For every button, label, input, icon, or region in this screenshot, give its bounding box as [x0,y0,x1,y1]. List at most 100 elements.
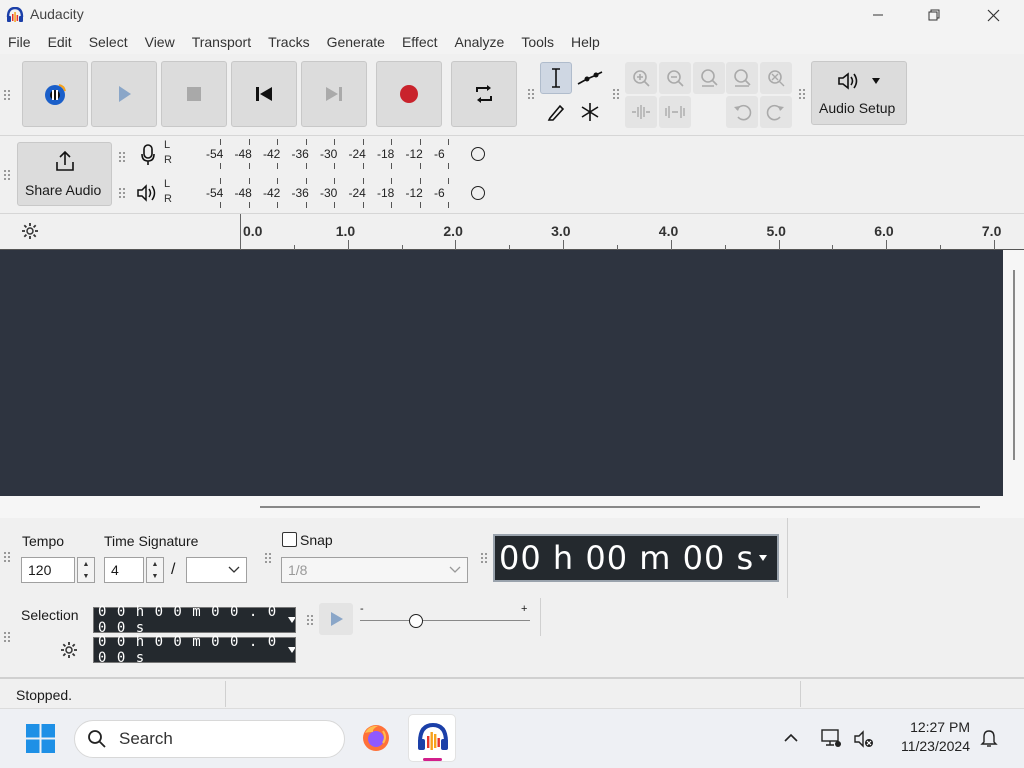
snap-checkbox[interactable] [282,532,297,547]
toolbar-grip[interactable] [118,182,126,204]
minimize-button[interactable] [855,0,901,30]
menu-generate[interactable]: Generate [327,34,385,50]
skip-to-end-button[interactable] [301,61,367,127]
toolbar-grip[interactable] [3,80,11,110]
horizontal-scrollbar[interactable] [0,496,1024,518]
play-at-speed-button[interactable] [319,603,353,635]
playback-level-meter[interactable]: L R -54 -48 -42 -36 -30 -24 -18 -12 -6 [130,176,485,210]
toolbar-grip[interactable] [527,82,535,106]
selection-tool-button[interactable] [540,62,572,94]
skip-to-start-button[interactable] [231,61,297,127]
selection-settings-button[interactable] [59,640,79,665]
meter-tick-label: -18 [377,147,395,161]
selection-start-time[interactable]: 0 0 h 0 0 m 0 0 . 0 0 0 s [93,604,296,636]
timeline-ruler[interactable]: 0.0 1.0 2.0 3.0 4.0 5.0 6.0 7.0 [240,214,1024,250]
meter-tick-mark [448,163,449,169]
menu-view[interactable]: View [145,34,175,50]
audacity-taskbar-button[interactable] [408,714,456,762]
snap-select[interactable]: 1/8 [281,557,468,583]
menu-transport[interactable]: Transport [192,34,251,50]
menu-tracks[interactable]: Tracks [268,34,309,50]
tempo-stepper[interactable]: ▲ ▼ [77,557,95,583]
meter-scale: -54 -48 -42 -36 -30 -24 -18 -12 -6 [180,176,485,210]
toolbar-grip[interactable] [264,547,272,569]
meter-tick-mark [362,202,364,208]
record-button[interactable] [376,61,442,127]
time-display[interactable]: 00 h 00 m 00 s [493,534,779,582]
toolbar-grip[interactable] [798,82,806,106]
multi-tool-button[interactable] [574,96,606,128]
undo-button[interactable] [726,96,758,128]
vertical-scrollbar[interactable] [1003,250,1024,496]
redo-button[interactable] [760,96,792,128]
tempo-input[interactable]: 120 [21,557,75,583]
share-audio-button[interactable]: Share Audio [17,142,112,206]
time-signature-denominator-select[interactable] [186,557,247,583]
meter-tick-label: -6 [434,186,445,200]
close-button[interactable] [970,0,1016,30]
silence-audio-button[interactable] [659,96,691,128]
time-signature-numerator-stepper[interactable]: ▲ ▼ [146,557,164,583]
toolbar-grip[interactable] [118,146,126,168]
restore-button[interactable] [911,0,957,30]
toolbar-grip[interactable] [3,545,11,569]
meter-tick-mark [305,163,307,169]
ruler-label: 6.0 [874,223,894,239]
meter-tick-label: -30 [320,147,338,161]
envelope-tool-button[interactable] [574,62,606,94]
meter-tick-mark [334,139,335,145]
network-button[interactable] [820,728,842,753]
horizontal-scroll-thumb[interactable] [260,506,980,508]
menu-effect[interactable]: Effect [402,34,438,50]
toolbar-grip[interactable] [3,160,11,190]
time-signature-numerator-input[interactable]: 4 [104,557,144,583]
play-button[interactable] [91,61,157,127]
menu-file[interactable]: File [8,34,31,50]
menu-edit[interactable]: Edit [48,34,72,50]
start-button[interactable] [26,724,55,758]
record-level-meter[interactable]: L R -54 -48 -42 -36 -30 -24 -18 -12 -6 [130,137,485,171]
toolbar-grip[interactable] [612,82,620,106]
fit-project-button[interactable] [726,62,758,94]
trim-audio-button[interactable] [625,96,657,128]
toolbar-grip[interactable] [306,610,314,630]
timeline-settings-button[interactable] [20,221,40,246]
toolbar-grip[interactable] [480,547,488,569]
zoom-toggle-button[interactable] [760,62,792,94]
fit-selection-button[interactable] [693,62,725,94]
volume-button[interactable] [853,729,875,754]
notifications-button[interactable] [980,728,998,753]
meter-tick-label: -36 [291,147,309,161]
undo-icon [734,104,752,121]
stop-button[interactable] [161,61,227,127]
menu-tools[interactable]: Tools [521,34,554,50]
meter-tick-mark [419,139,421,145]
clock-date: 11/23/2024 [900,738,970,754]
meter-clip-indicator[interactable] [470,186,485,200]
audio-setup-button[interactable]: Audio Setup [811,61,907,125]
speaker-icon [838,72,858,90]
selection-label: Selection [21,607,79,623]
taskbar-clock[interactable]: 12:27 PM 11/23/2024 [880,719,970,754]
menu-select[interactable]: Select [89,34,128,50]
menu-analyze[interactable]: Analyze [455,34,505,50]
loop-button[interactable] [451,61,517,127]
menu-help[interactable]: Help [571,34,600,50]
taskbar-search-box[interactable]: Search [74,720,345,758]
playback-speed-slider[interactable]: - + [358,603,534,635]
toolbar-grip[interactable] [3,625,11,649]
track-area[interactable] [0,250,1003,496]
meter-tick-mark [362,139,364,145]
meter-clip-indicator[interactable] [470,147,485,161]
pause-button[interactable] [22,61,88,127]
vertical-scroll-thumb[interactable] [1013,270,1015,460]
draw-tool-button[interactable] [540,96,572,128]
speed-slider-thumb[interactable] [409,614,424,628]
show-hidden-icons-button[interactable] [783,730,799,751]
ruler-label: 2.0 [443,223,463,239]
zoom-in-button[interactable] [625,62,657,94]
firefox-taskbar-button[interactable] [361,723,391,758]
chevron-up-icon [784,733,798,742]
zoom-out-button[interactable] [659,62,691,94]
selection-end-time[interactable]: 0 0 h 0 0 m 0 0 . 0 0 0 s [93,634,296,666]
